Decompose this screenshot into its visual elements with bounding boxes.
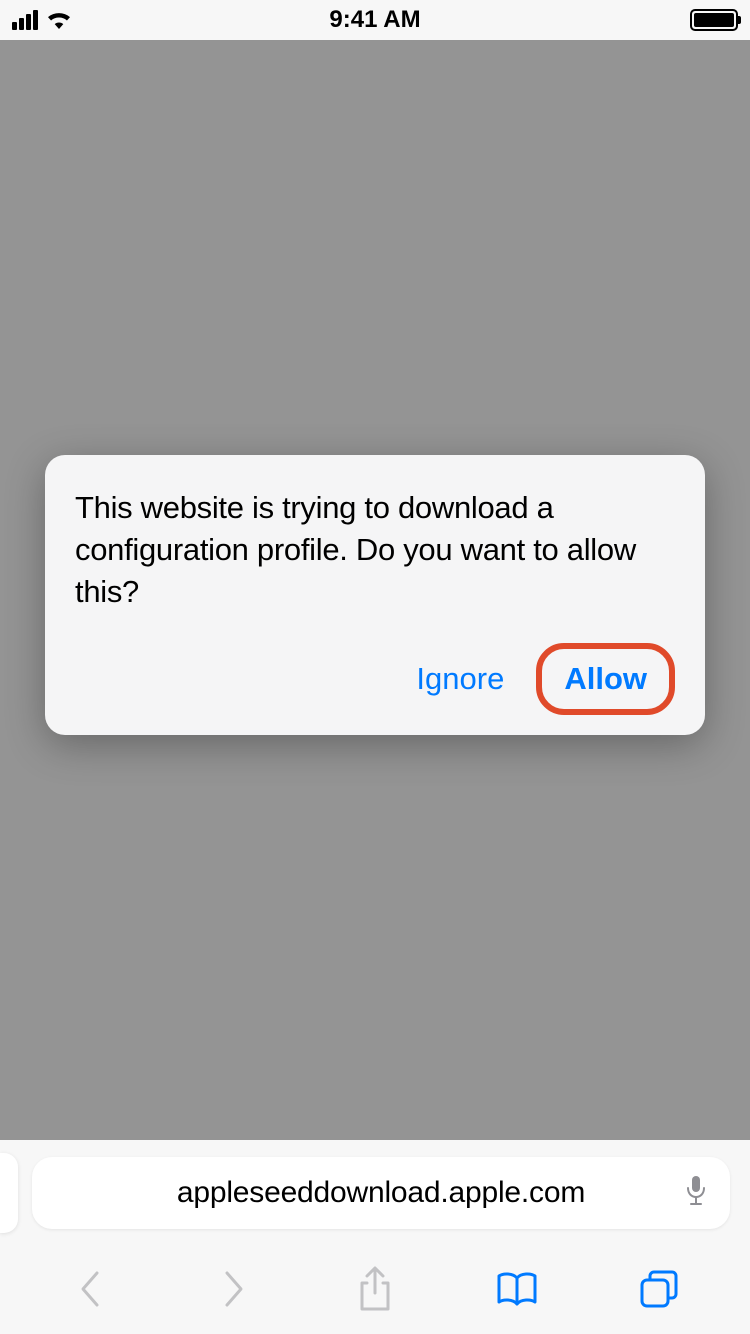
cellular-signal-icon bbox=[12, 10, 38, 30]
tabs-button[interactable] bbox=[629, 1260, 689, 1320]
status-left bbox=[12, 7, 74, 34]
share-icon bbox=[356, 1265, 394, 1316]
ignore-button[interactable]: Ignore bbox=[412, 653, 508, 705]
url-text: appleseeddownload.apple.com bbox=[177, 1176, 585, 1210]
back-button[interactable] bbox=[61, 1260, 121, 1320]
url-bar-container: appleseeddownload.apple.com bbox=[0, 1140, 750, 1246]
safari-toolbar bbox=[0, 1246, 750, 1334]
tabs-icon bbox=[638, 1268, 680, 1313]
microphone-icon[interactable] bbox=[684, 1174, 708, 1213]
dialog-actions: Ignore Allow bbox=[75, 643, 675, 715]
dialog-message: This website is trying to download a con… bbox=[75, 487, 675, 613]
share-button[interactable] bbox=[345, 1260, 405, 1320]
chevron-left-icon bbox=[77, 1267, 105, 1314]
forward-button[interactable] bbox=[203, 1260, 263, 1320]
battery-icon bbox=[690, 9, 738, 31]
page-content: This website is trying to download a con… bbox=[0, 40, 750, 1180]
adjacent-tab-sliver[interactable] bbox=[0, 1153, 18, 1233]
address-bar[interactable]: appleseeddownload.apple.com bbox=[32, 1157, 730, 1229]
wifi-icon bbox=[44, 7, 74, 34]
status-time: 9:41 AM bbox=[329, 6, 420, 34]
allow-button[interactable]: Allow bbox=[560, 653, 651, 705]
book-icon bbox=[493, 1270, 541, 1311]
chevron-right-icon bbox=[219, 1267, 247, 1314]
download-profile-dialog: This website is trying to download a con… bbox=[45, 455, 705, 735]
status-bar: 9:41 AM bbox=[0, 0, 750, 40]
status-right bbox=[690, 9, 738, 31]
allow-highlight: Allow bbox=[536, 643, 675, 715]
bookmarks-button[interactable] bbox=[487, 1260, 547, 1320]
